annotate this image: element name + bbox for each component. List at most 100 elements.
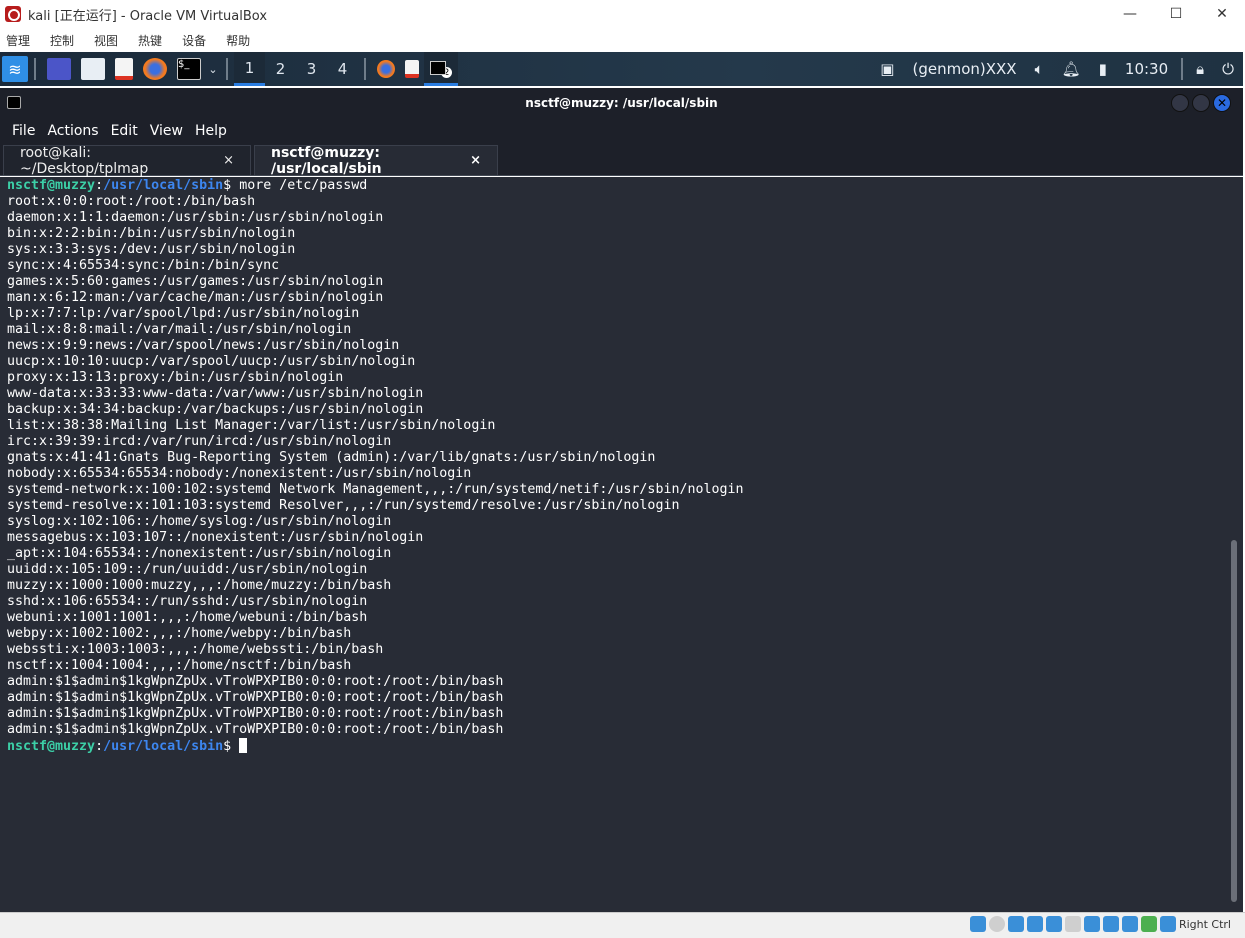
menu-manage[interactable]: 管理 bbox=[6, 32, 30, 49]
output-line: man:x:6:12:man:/var/cache/man:/usr/sbin/… bbox=[7, 290, 384, 305]
terminal-task-button[interactable]: 2 bbox=[424, 52, 458, 86]
output-line: games:x:5:60:games:/usr/games:/usr/sbin/… bbox=[7, 274, 384, 289]
output-lines: root:x:0:0:root:/root:/bin/bash daemon:x:… bbox=[7, 194, 1243, 738]
virtualbox-menu-bar: 管理 控制 视图 热键 设备 帮助 bbox=[0, 28, 1245, 52]
logout-icon[interactable]: ⏻ bbox=[1222, 60, 1234, 78]
volume-icon[interactable]: 🔈︎ bbox=[1035, 60, 1044, 78]
usb-icon[interactable] bbox=[1045, 916, 1062, 932]
menu-help[interactable]: Help bbox=[195, 123, 227, 139]
prompt-separator: : bbox=[95, 739, 104, 754]
tab-close-icon[interactable]: × bbox=[470, 153, 481, 168]
terminal-maximize-button[interactable] bbox=[1192, 94, 1210, 112]
output-line: admin:$1$admin$1kgWpnZpUx.vTroWPXPIB0:0:… bbox=[7, 722, 504, 737]
tab-nsctf-muzzy[interactable]: nsctf@muzzy: /usr/local/sbin × bbox=[254, 144, 498, 177]
mouse-integration-icon[interactable] bbox=[1159, 916, 1176, 932]
tab-label: root@kali: ~/Desktop/tplmap bbox=[20, 144, 149, 177]
text-cursor bbox=[239, 738, 248, 753]
chevron-down-icon[interactable]: ⌄ bbox=[206, 52, 220, 86]
output-line: lp:x:7:7:lp:/var/spool/lpd:/usr/sbin/nol… bbox=[7, 306, 360, 321]
close-button[interactable]: ✕ bbox=[1199, 0, 1245, 28]
mousepad-task-icon[interactable] bbox=[405, 60, 419, 78]
virtualbox-logo-icon bbox=[5, 6, 21, 22]
prompt-user: nsctf@muzzy bbox=[7, 178, 96, 193]
workspace-2[interactable]: 2 bbox=[265, 52, 296, 86]
menu-file[interactable]: File bbox=[12, 123, 35, 139]
terminal-launcher-icon[interactable]: $_ bbox=[177, 58, 201, 80]
terminal-close-button[interactable]: ✕ bbox=[1213, 94, 1231, 112]
output-line: sys:x:3:3:sys:/dev:/usr/sbin/nologin bbox=[7, 242, 296, 257]
menu-hotkeys[interactable]: 热键 bbox=[138, 32, 162, 49]
terminal-title: nsctf@muzzy: /usr/local/sbin bbox=[525, 96, 718, 110]
network-icon[interactable]: ▣ bbox=[880, 60, 894, 78]
output-line: admin:$1$admin$1kgWpnZpUx.vTroWPXPIB0:0:… bbox=[7, 674, 504, 689]
output-line: webuni:x:1001:1001:,,,:/home/webuni:/bin… bbox=[7, 610, 368, 625]
output-line: nobody:x:65534:65534:nobody:/nonexistent… bbox=[7, 466, 472, 481]
shared-folders-icon[interactable] bbox=[1064, 916, 1081, 932]
terminal-scrollbar[interactable] bbox=[1231, 540, 1237, 902]
output-line: uucp:x:10:10:uucp:/var/spool/uucp:/usr/s… bbox=[7, 354, 416, 369]
output-line: news:x:9:9:news:/var/spool/news:/usr/sbi… bbox=[7, 338, 400, 353]
menu-view[interactable]: View bbox=[150, 123, 183, 139]
maximize-button[interactable]: ☐ bbox=[1153, 0, 1199, 28]
output-line: admin:$1$admin$1kgWpnZpUx.vTroWPXPIB0:0:… bbox=[7, 690, 504, 705]
output-line: proxy:x:13:13:proxy:/bin:/usr/sbin/nolog… bbox=[7, 370, 344, 385]
menu-actions[interactable]: Actions bbox=[47, 123, 98, 139]
output-line: muzzy:x:1000:1000:muzzy,,,:/home/muzzy:/… bbox=[7, 578, 392, 593]
audio-icon[interactable] bbox=[1007, 916, 1024, 932]
output-line: root:x:0:0:root:/root:/bin/bash bbox=[7, 194, 256, 209]
panel-separator bbox=[1181, 58, 1184, 80]
recording-icon[interactable] bbox=[1102, 916, 1119, 932]
workspace-3[interactable]: 3 bbox=[296, 52, 327, 86]
show-desktop-icon[interactable] bbox=[47, 58, 71, 80]
menu-edit[interactable]: Edit bbox=[111, 123, 138, 139]
notification-bell-icon[interactable]: 🔔︎ bbox=[1062, 60, 1081, 78]
tab-label: nsctf@muzzy: /usr/local/sbin bbox=[271, 144, 382, 177]
file-manager-icon[interactable] bbox=[81, 58, 105, 80]
kali-menu-icon[interactable]: ≋ bbox=[2, 56, 28, 82]
output-line: systemd-network:x:100:102:systemd Networ… bbox=[7, 482, 744, 497]
current-prompt: nsctf@muzzy:/usr/local/sbin$ bbox=[7, 738, 1243, 755]
firefox-icon[interactable] bbox=[143, 58, 167, 80]
panel-separator bbox=[364, 58, 366, 80]
network-adapter-icon[interactable] bbox=[1026, 916, 1043, 932]
output-line: irc:x:39:39:ircd:/var/run/ircd:/usr/sbin… bbox=[7, 434, 392, 449]
prompt-symbol: $ bbox=[223, 739, 232, 754]
menu-view[interactable]: 视图 bbox=[94, 32, 118, 49]
terminal-minimize-button[interactable] bbox=[1171, 94, 1189, 112]
output-line: syslog:x:102:106::/home/syslog:/usr/sbin… bbox=[7, 514, 392, 529]
tab-close-icon[interactable]: × bbox=[223, 153, 234, 168]
command-line: nsctf@muzzy:/usr/local/sbin$ more /etc/p… bbox=[7, 178, 1243, 194]
tab-root-kali[interactable]: root@kali: ~/Desktop/tplmap × bbox=[3, 144, 251, 177]
cpu-icon[interactable] bbox=[1121, 916, 1138, 932]
output-line: daemon:x:1:1:daemon:/usr/sbin:/usr/sbin/… bbox=[7, 210, 384, 225]
host-key-label: Right Ctrl bbox=[1178, 917, 1231, 931]
firefox-task-icon[interactable] bbox=[377, 60, 395, 78]
output-line: gnats:x:41:41:Gnats Bug-Reporting System… bbox=[7, 450, 656, 465]
clock[interactable]: 10:30 bbox=[1125, 60, 1168, 78]
output-line: uuidd:x:105:109::/run/uuidd:/usr/sbin/no… bbox=[7, 562, 368, 577]
menu-control[interactable]: 控制 bbox=[50, 32, 74, 49]
lock-icon[interactable]: 🔒︎ bbox=[1196, 60, 1204, 78]
workspace-1[interactable]: 1 bbox=[234, 52, 265, 86]
hard-disk-icon[interactable] bbox=[969, 916, 986, 932]
terminal-output[interactable]: nsctf@muzzy:/usr/local/sbin$ more /etc/p… bbox=[0, 177, 1243, 912]
minimize-button[interactable]: — bbox=[1107, 0, 1153, 28]
output-line: mail:x:8:8:mail:/var/mail:/usr/sbin/nolo… bbox=[7, 322, 352, 337]
genmon-label: (genmon)XXX bbox=[912, 60, 1017, 78]
window-title: kali [正在运行] - Oracle VM VirtualBox bbox=[28, 8, 268, 24]
prompt-path: /usr/local/sbin bbox=[103, 178, 224, 193]
menu-help[interactable]: 帮助 bbox=[226, 32, 250, 49]
prompt-symbol: $ bbox=[223, 178, 232, 193]
battery-icon[interactable]: ▮ bbox=[1099, 60, 1107, 78]
output-line: webssti:x:1003:1003:,,,:/home/webssti:/b… bbox=[7, 642, 384, 657]
text-editor-icon[interactable] bbox=[115, 58, 133, 80]
output-line: _apt:x:104:65534::/nonexistent:/usr/sbin… bbox=[7, 546, 392, 561]
optical-drive-icon[interactable] bbox=[988, 916, 1005, 932]
output-line: sshd:x:106:65534::/run/sshd:/usr/sbin/no… bbox=[7, 594, 368, 609]
prompt-path: /usr/local/sbin bbox=[103, 739, 224, 754]
output-line: backup:x:34:34:backup:/var/backups:/usr/… bbox=[7, 402, 424, 417]
menu-devices[interactable]: 设备 bbox=[182, 32, 206, 49]
display-icon[interactable] bbox=[1083, 916, 1100, 932]
guest-additions-icon[interactable] bbox=[1140, 916, 1157, 932]
workspace-4[interactable]: 4 bbox=[327, 52, 358, 86]
